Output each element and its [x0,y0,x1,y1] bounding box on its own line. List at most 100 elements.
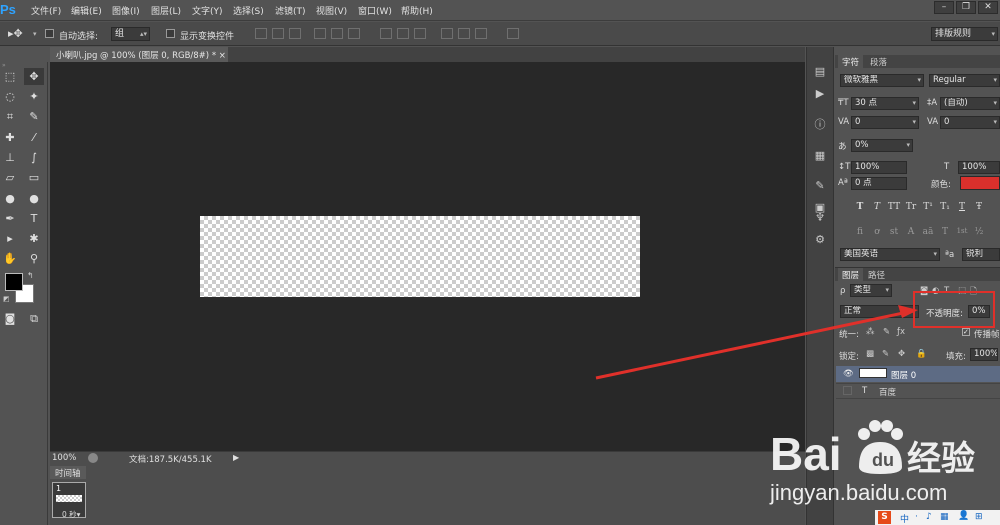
screen-mode-icon[interactable]: ⧉ [24,310,44,327]
faux-bold-button[interactable]: T [853,202,867,214]
show-transform-checkbox[interactable] [166,29,175,38]
distribute-top-icon[interactable] [380,28,392,39]
align-top-icon[interactable] [255,28,267,39]
frame-delay[interactable]: 0 秒▾ [62,509,80,520]
crop-tool-icon[interactable]: ⌗ [0,108,20,125]
document-tab[interactable]: 小喇叭.jpg @ 100% (图层 0, RGB/8#) * × [50,47,228,62]
tab-paths[interactable]: 路径 [864,268,889,281]
auto-select-dropdown[interactable]: 组 ▴▾ [111,27,150,41]
move-tool-icon[interactable]: ✥ [24,68,44,85]
chevron-down-icon[interactable]: ▾ [33,30,37,38]
font-size-field[interactable]: 30 点 ▾ [851,97,919,110]
menu-select[interactable]: 选择(S) [233,4,264,17]
lock-all-icon[interactable]: 🔒 [916,349,927,359]
ime-user-icon[interactable]: 👤 [958,511,969,521]
magic-wand-icon[interactable]: ✦ [24,88,44,105]
lasso-tool-icon[interactable]: ◌ [0,88,20,105]
language-dropdown[interactable]: 美国英语 ▾ [840,248,940,261]
sogou-input-icon[interactable]: S [878,511,891,524]
small-caps-button[interactable]: Tr [904,202,918,214]
horizontal-scale-field[interactable]: 100% [958,161,1000,174]
antialias-dropdown[interactable]: 锐利 [962,248,1000,261]
menu-view[interactable]: 视图(V) [316,4,347,17]
swatches-panel-icon[interactable]: ✎ [811,178,829,194]
unify-visibility-icon[interactable]: ✎ [883,327,890,337]
transparent-canvas-image[interactable] [200,216,640,297]
zoom-level[interactable]: 100% [52,453,76,463]
eyedropper-icon[interactable]: ✎ [24,108,44,125]
blend-mode-dropdown[interactable]: 正常 ▴▾ [840,305,919,318]
distribute-hcenter-icon[interactable] [458,28,470,39]
menu-file[interactable]: 文件(F) [31,4,61,17]
layer-filter-dropdown[interactable]: 类型 ▾ [850,284,892,297]
vertical-scale-field[interactable]: 100% [851,161,907,174]
align-left-icon[interactable] [314,28,326,39]
close-tab-icon[interactable]: × [219,51,226,61]
menu-edit[interactable]: 编辑(E) [71,4,102,17]
marquee-tool-icon[interactable]: ⬚ [0,68,20,85]
discretionary-ligature-button[interactable]: st [887,227,901,239]
dodge-tool-icon[interactable]: ● [24,190,44,207]
layer-name[interactable]: 图层 0 [891,369,916,381]
info-panel-icon[interactable]: ⓘ [811,117,829,133]
ime-voice-icon[interactable]: ♪ [926,512,932,522]
text-color-swatch[interactable] [960,176,1000,190]
actions-panel-icon[interactable]: ▶ [811,86,829,102]
type-tool-icon[interactable]: T [24,210,44,227]
clone-stamp-icon[interactable]: ⊥ [0,149,20,166]
gradient-tool-icon[interactable]: ▭ [24,169,44,186]
blur-tool-icon[interactable]: ● [0,190,20,207]
unify-position-icon[interactable]: ⁂ [866,327,875,337]
visibility-toggle-empty-icon[interactable] [843,386,852,395]
underline-button[interactable]: T [955,202,969,214]
distribute-bottom-icon[interactable] [414,28,426,39]
healing-brush-icon[interactable]: ✚ [0,129,20,146]
move-tool-icon[interactable]: ▸✥ [8,27,23,40]
titling-alt-button[interactable]: T [938,227,952,239]
distribute-vcenter-icon[interactable] [397,28,409,39]
align-vcenter-icon[interactable] [272,28,284,39]
pen-tool-icon[interactable]: ✒ [0,210,20,227]
timeline-tab[interactable]: 时间轴 [50,466,86,479]
status-info-icon[interactable] [88,453,98,463]
font-family-dropdown[interactable]: 微软雅黑 ▾ [840,74,924,87]
ime-chinese-label[interactable]: 中 [900,512,909,525]
strikethrough-button[interactable]: Ŧ [972,202,986,214]
lock-transparent-icon[interactable]: ▩ [866,349,874,359]
tracking-field[interactable]: 0 ▾ [940,116,1000,129]
brush-tool-icon[interactable]: ⁄ [24,129,44,146]
path-select-icon[interactable]: ▸ [0,230,20,247]
hand-tool-icon[interactable]: ✋ [0,250,20,267]
lock-position-icon[interactable]: ✥ [898,349,905,359]
swash-button[interactable]: A [904,227,918,239]
superscript-button[interactable]: T¹ [921,202,935,214]
font-style-dropdown[interactable]: Regular ▾ [929,74,1000,87]
close-window-button[interactable]: ✕ [978,1,998,14]
menu-help[interactable]: 帮助(H) [401,4,433,17]
shape-tool-icon[interactable]: ✱ [24,230,44,247]
contextual-alt-button[interactable]: ơ [870,227,884,239]
ime-toolbox-icon[interactable]: ⊞ [975,512,983,522]
subscript-button[interactable]: T₁ [938,202,952,214]
foreground-color-swatch[interactable] [5,273,23,291]
distribute-left-icon[interactable] [441,28,453,39]
leading-field[interactable]: (自动) ▾ [940,97,1000,110]
timeline-frame[interactable]: 1 0 秒▾ [52,482,86,520]
menu-type[interactable]: 文字(Y) [192,4,223,17]
all-caps-button[interactable]: TT [887,202,901,214]
align-right-icon[interactable] [348,28,360,39]
history-brush-icon[interactable]: ∫ [24,149,44,166]
distribute-right-icon[interactable] [475,28,487,39]
zoom-tool-icon[interactable]: ⚲ [24,250,44,267]
eye-icon[interactable]: 👁 [843,369,854,379]
fractions-button[interactable]: ½ [972,227,986,239]
ordinals-button[interactable]: 1st [955,227,969,239]
menu-filter[interactable]: 滤镜(T) [275,4,306,17]
adjustments-panel-icon[interactable]: ⚙ [811,232,829,248]
menu-window[interactable]: 窗口(W) [358,4,392,17]
unify-style-icon[interactable]: ƒx [897,327,905,337]
ligature-button[interactable]: fi [853,227,867,239]
layer-name[interactable]: 百度 [879,386,896,398]
workspace-dropdown[interactable]: 排版规则 ▾ [931,27,998,41]
quick-mask-icon[interactable]: ◙ [0,310,20,327]
